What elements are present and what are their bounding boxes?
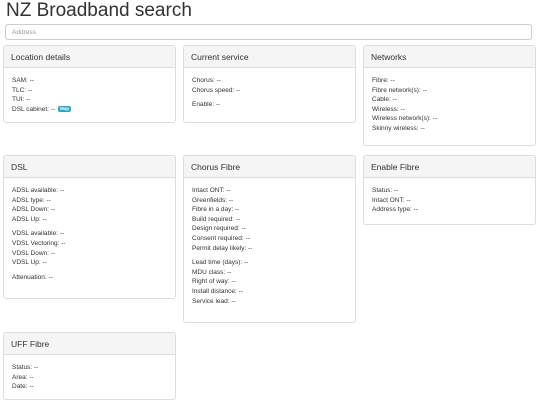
wireless-networks-row: Wireless network(s): -- <box>372 115 438 123</box>
page-title: NZ Broadband search <box>6 0 192 21</box>
enable-status-row: Status: -- <box>372 187 399 194</box>
chorus-row: Chorus: -- <box>192 77 221 84</box>
networks-panel: Networks Fibre: -- Fibre network(s): -- … <box>363 45 536 146</box>
permit-delay-row: Permit delay likely: -- <box>192 244 253 252</box>
location-details-heading: Location details <box>4 46 175 68</box>
chorus-fibre-panel: Chorus Fibre Intact ONT: -- Greenfields:… <box>183 155 356 323</box>
adsl-type-row: ADSL type: -- <box>12 196 51 204</box>
location-details-panel: Location details SAM: -- TLC: -- TUI: --… <box>3 45 176 123</box>
networks-heading: Networks <box>364 46 535 68</box>
vdsl-up-row: VDSL Up: -- <box>12 259 47 267</box>
current-service-heading: Current service <box>184 46 355 68</box>
wireless-row: Wireless: -- <box>372 105 405 113</box>
enable-fibre-heading: Enable Fibre <box>364 156 535 178</box>
design-required-row: Design required: -- <box>192 225 246 233</box>
enable-row: Enable: -- <box>192 101 221 109</box>
uff-date-row: Date: -- <box>12 383 34 391</box>
tlc-row: TLC: -- <box>12 86 33 94</box>
install-distance-row: Install distance: -- <box>192 287 243 295</box>
uff-fibre-heading: UFF Fibre <box>4 333 175 355</box>
uff-fibre-panel: UFF Fibre Status: -- Area: -- Date: -- <box>3 332 176 400</box>
chorus-fibre-heading: Chorus Fibre <box>184 156 355 178</box>
attenuation-row: Attenuation: -- <box>12 273 53 281</box>
service-lead-row: Service lead: -- <box>192 297 236 305</box>
dsl-heading: DSL <box>4 156 175 178</box>
build-required-row: Build required: -- <box>192 215 241 223</box>
sam-row: SAM: -- <box>12 77 35 84</box>
dsl-cabinet-label: DSL cabinet: -- <box>12 105 56 113</box>
cable-row: Cable: -- <box>372 96 397 104</box>
fibre-networks-row: Fibre network(s): -- <box>372 86 427 94</box>
adsl-up-row: ADSL Up: -- <box>12 215 47 223</box>
intact-ont-row: Intact ONT: -- <box>192 187 231 194</box>
adsl-down-row: ADSL Down: -- <box>12 206 56 214</box>
enable-intact-ont-row: Intact ONT: -- <box>372 196 411 204</box>
skinny-wireless-row: Skinny wireless: -- <box>372 124 425 132</box>
map-button[interactable]: Map <box>57 105 71 112</box>
dsl-cabinet-row: DSL cabinet: -- Map <box>12 105 167 115</box>
address-search-input[interactable] <box>5 24 532 40</box>
fibre-row: Fibre: -- <box>372 77 395 84</box>
enable-fibre-panel: Enable Fibre Status: -- Intact ONT: -- A… <box>363 155 536 225</box>
current-service-panel: Current service Chorus: -- Chorus speed:… <box>183 45 356 123</box>
tui-row: TUI: -- <box>12 96 31 104</box>
adsl-available-row: ADSL available: -- <box>12 187 65 194</box>
consent-required-row: Consent required: -- <box>192 234 250 242</box>
uff-area-row: Area: -- <box>12 373 34 381</box>
address-type-row: Address type: -- <box>372 206 418 214</box>
greenfields-row: Greenfields: -- <box>192 196 234 204</box>
vdsl-down-row: VDSL Down: -- <box>12 249 56 257</box>
uff-status-row: Status: -- <box>12 364 39 371</box>
mdu-class-row: MDU class: -- <box>192 268 232 276</box>
dsl-panel: DSL ADSL available: -- ADSL type: -- ADS… <box>3 155 176 299</box>
chorus-speed-row: Chorus speed: -- <box>192 86 241 94</box>
vdsl-available-row: VDSL available: -- <box>12 230 65 238</box>
vdsl-vectoring-row: VDSL Vectoring: -- <box>12 239 66 247</box>
lead-time-row: Lead time (days): -- <box>192 259 249 267</box>
fibre-in-a-day-row: Fibre in a day: -- <box>192 206 240 214</box>
right-of-way-row: Right of way: -- <box>192 278 236 286</box>
